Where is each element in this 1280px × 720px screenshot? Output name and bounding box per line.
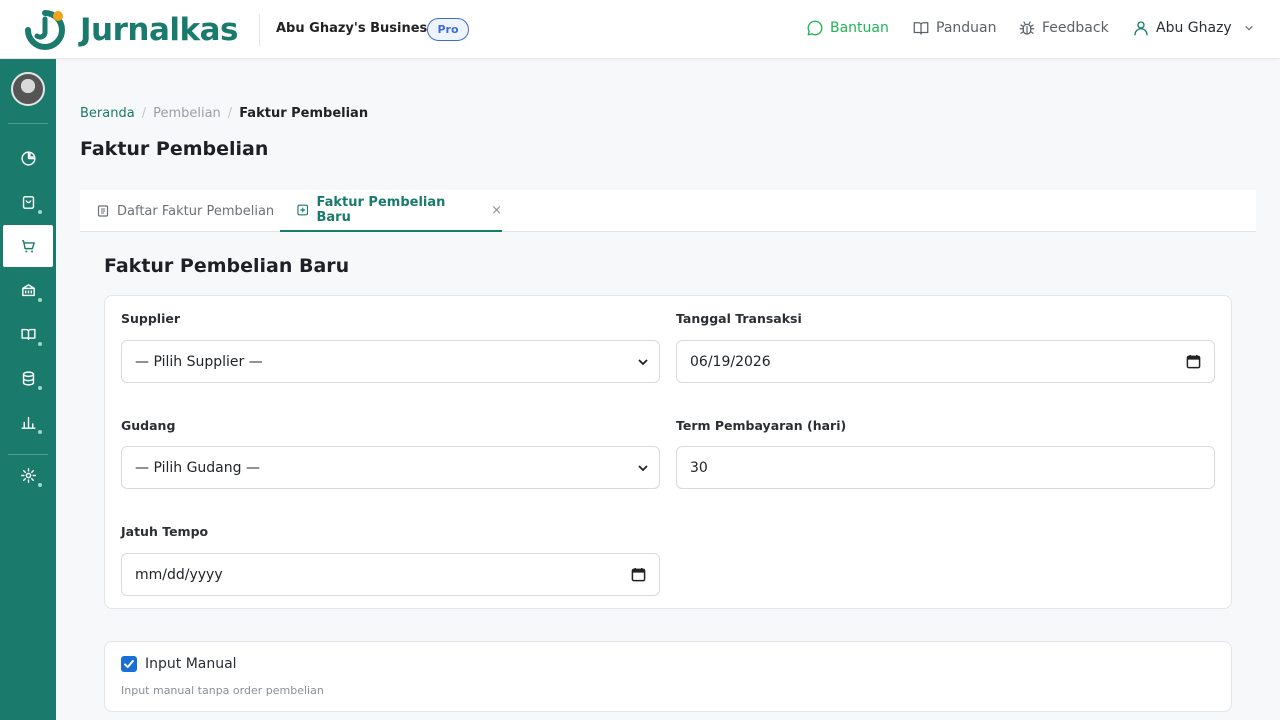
sidebar-item-sales[interactable] [3,181,53,223]
plus-square-icon [297,204,309,216]
guide-link[interactable]: Panduan [912,19,996,37]
close-tab-icon[interactable]: × [491,203,502,218]
feedback-label: Feedback [1042,20,1109,36]
user-icon [1134,21,1148,36]
gear-icon [20,467,36,483]
manual-input-checkbox[interactable] [121,656,137,672]
chevron-down-icon [1244,25,1253,31]
submenu-indicator [38,483,42,487]
transaction-date-label: Tanggal Transaksi [676,311,802,326]
jurnalkas-logo-icon [20,5,70,55]
guide-label: Panduan [936,20,997,36]
due-date-placeholder: mm/dd/yyyy [135,566,223,583]
help-label: Bantuan [830,20,889,36]
help-link[interactable]: Bantuan [806,19,889,37]
tab-new-invoice-label: Faktur Pembelian Baru [316,195,446,225]
open-book-icon [913,22,929,35]
database-icon [22,370,34,386]
breadcrumb-separator: / [141,106,147,121]
payment-term-input[interactable]: 30 [676,446,1215,489]
sidebar-item-dashboard[interactable] [3,137,53,179]
supplier-select-value: — Pilih Supplier — [135,353,263,370]
cart-icon [21,239,35,252]
calendar-icon[interactable] [1186,354,1201,369]
tab-invoice-list-label: Daftar Faktur Pembelian [117,203,275,219]
tab-invoice-list[interactable]: Daftar Faktur Pembelian [97,190,274,232]
supplier-label: Supplier [121,311,181,326]
breadcrumb-home[interactable]: Beranda [80,106,135,121]
bug-icon [1019,21,1035,35]
submenu-indicator [38,298,42,302]
sidebar-divider [8,123,48,124]
header-divider [259,14,260,46]
pie-chart-icon [20,150,36,166]
plan-badge: Pro [427,18,469,41]
payment-term-value: 30 [690,459,708,476]
bank-icon [21,283,35,296]
due-date-label: Jatuh Tempo [121,524,209,539]
checkmark-icon [124,659,134,669]
breadcrumb-parent[interactable]: Pembelian [153,106,221,121]
warehouse-label: Gudang [121,418,176,433]
submenu-indicator [38,430,42,434]
document-icon [97,205,109,217]
manual-input-help: Input manual tanpa order pembelian [121,684,324,697]
brand-name: Jurnalkas [80,12,239,48]
warehouse-select[interactable]: — Pilih Gudang — [121,446,660,489]
calendar-icon[interactable] [631,567,646,582]
manual-input-label[interactable]: Input Manual [145,656,237,672]
due-date-input[interactable]: mm/dd/yyyy [121,553,660,596]
warehouse-select-value: — Pilih Gudang — [135,459,260,476]
user-menu[interactable]: Abu Ghazy [1132,19,1260,37]
sidebar-item-purchases[interactable] [3,225,53,267]
transaction-date-value: 06/19/2026 [690,353,771,370]
submenu-indicator [38,342,42,346]
page-title: Faktur Pembelian [80,138,269,160]
sidebar-item-ledger[interactable] [3,313,53,355]
form-title: Faktur Pembelian Baru [104,255,350,277]
supplier-select[interactable]: — Pilih Supplier — [121,340,660,383]
brand-logo[interactable]: Jurnalkas [20,5,239,55]
user-name: Abu Ghazy [1156,20,1232,36]
breadcrumb-separator: / [227,106,233,121]
manual-input-card [104,641,1232,712]
payment-term-label: Term Pembayaran (hari) [676,418,847,433]
submenu-indicator [38,210,42,214]
business-name[interactable]: Abu Ghazy's Business [276,21,435,36]
tab-bar: Daftar Faktur Pembelian Faktur Pembelian… [80,190,1256,232]
chevron-down-icon [638,465,648,472]
bar-chart-icon [20,416,36,429]
sidebar-item-reports[interactable] [3,401,53,443]
breadcrumb: Beranda / Pembelian / Faktur Pembelian [80,106,368,121]
tab-new-invoice[interactable]: Faktur Pembelian Baru × [280,190,502,232]
chat-bubble-icon [807,20,823,36]
top-header: Jurnalkas Abu Ghazy's Business Pro Bantu… [0,0,1280,59]
sidebar-item-cash-bank[interactable] [3,269,53,311]
book-icon [20,328,36,340]
shopping-bag-icon [22,195,34,209]
sidebar-item-data[interactable] [3,357,53,399]
sidebar-item-settings[interactable] [3,454,53,496]
avatar[interactable] [11,72,45,106]
submenu-indicator [38,386,42,390]
breadcrumb-current: Faktur Pembelian [239,106,369,121]
chevron-down-icon [638,359,648,366]
transaction-date-input[interactable]: 06/19/2026 [676,340,1215,383]
sidebar [0,59,56,720]
feedback-link[interactable]: Feedback [1018,19,1109,37]
